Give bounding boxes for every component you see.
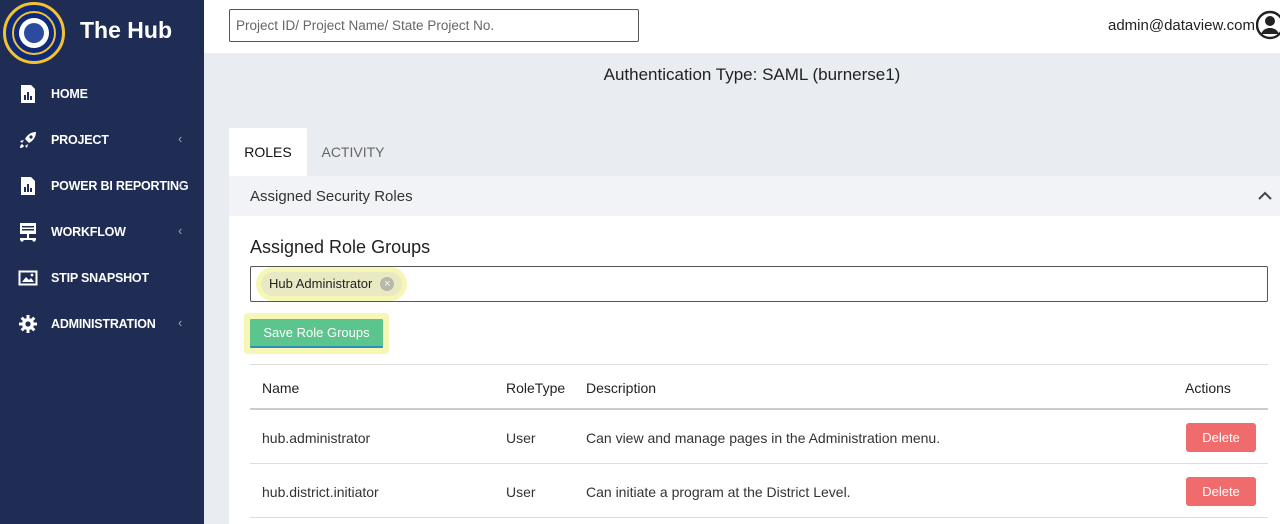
delete-button[interactable]: Delete xyxy=(1186,477,1256,506)
delete-button[interactable]: Delete xyxy=(1186,423,1256,452)
chevron-left-icon: ‹ xyxy=(178,315,183,330)
sidebar-item-power-bi-reporting[interactable]: POWER BI REPORTING ‹ xyxy=(0,163,204,209)
brand: The Hub xyxy=(0,0,204,64)
cell-name: hub.administrator xyxy=(262,430,371,446)
chevron-left-icon: ‹ xyxy=(178,131,183,146)
sidebar-item-project[interactable]: PROJECT ‹ xyxy=(0,117,204,163)
table-row: hub.district.initiator User Can initiate… xyxy=(250,464,1268,518)
top-header: admin@dataview.com xyxy=(204,0,1280,53)
report-chart-icon xyxy=(18,176,38,196)
sidebar-item-label: WORKFLOW xyxy=(51,225,126,239)
cell-name: hub.district.initiator xyxy=(262,484,379,500)
cell-roletype: User xyxy=(506,430,536,446)
section-title: Assigned Role Groups xyxy=(250,237,431,257)
gear-icon xyxy=(18,314,38,334)
close-icon[interactable]: × xyxy=(380,277,395,291)
sidebar: The Hub HOME PROJECT ‹ POWER BI REPORTIN… xyxy=(0,0,204,524)
chevron-left-icon: ‹ xyxy=(178,177,183,192)
workflow-icon xyxy=(18,222,38,242)
sidebar-item-workflow[interactable]: WORKFLOW ‹ xyxy=(0,209,204,255)
sidebar-item-label: ADMINISTRATION xyxy=(51,317,156,331)
rocket-icon xyxy=(18,130,38,150)
tab-activity[interactable]: ACTIVITY xyxy=(307,128,399,176)
sidebar-item-label: STIP SNAPSHOT xyxy=(51,271,149,285)
sidebar-item-stip-snapshot[interactable]: STIP SNAPSHOT xyxy=(0,255,204,301)
panel-title: Assigned Security Roles xyxy=(250,188,413,205)
image-icon xyxy=(18,268,38,288)
sidebar-item-label: POWER BI REPORTING xyxy=(51,179,189,193)
table-row: hub.administrator User Can view and mana… xyxy=(250,410,1268,464)
save-role-groups-button[interactable]: Save Role Groups xyxy=(250,319,383,348)
sidebar-item-label: HOME xyxy=(51,87,88,101)
roles-panel: Assigned Security Roles Assigned Role Gr… xyxy=(229,176,1280,524)
user-email[interactable]: admin@dataview.com xyxy=(1108,17,1255,34)
panel-header[interactable]: Assigned Security Roles xyxy=(229,176,1280,216)
column-header-actions: Actions xyxy=(1185,380,1231,396)
chip-label: Hub Administrator xyxy=(269,276,373,291)
column-header-description: Description xyxy=(586,380,657,396)
cell-description: Can view and manage pages in the Adminis… xyxy=(586,430,941,446)
sidebar-nav: HOME PROJECT ‹ POWER BI REPORTING ‹ WORK… xyxy=(0,71,204,347)
home-chart-icon xyxy=(18,84,38,104)
cell-roletype: User xyxy=(506,484,536,500)
tab-roles[interactable]: ROLES xyxy=(229,128,307,176)
agency-seal-logo xyxy=(3,2,65,64)
authentication-type: Authentication Type: SAML (burnerse1) xyxy=(603,65,901,84)
column-header-roletype: RoleType xyxy=(506,380,566,396)
chevron-up-icon[interactable] xyxy=(1257,188,1273,204)
brand-title: The Hub xyxy=(80,17,172,43)
sidebar-item-home[interactable]: HOME xyxy=(0,71,204,117)
cell-description: Can initiate a program at the District L… xyxy=(586,484,851,500)
chevron-left-icon: ‹ xyxy=(178,223,183,238)
table-header: Name RoleType Description Actions xyxy=(250,364,1268,410)
project-search-input[interactable] xyxy=(229,9,639,42)
column-header-name: Name xyxy=(262,380,300,396)
role-group-chip: Hub Administrator × xyxy=(261,272,403,296)
role-groups-input[interactable]: Hub Administrator × xyxy=(250,266,1268,302)
sidebar-item-administration[interactable]: ADMINISTRATION ‹ xyxy=(0,301,204,347)
user-avatar-icon[interactable] xyxy=(1255,10,1280,40)
sidebar-item-label: PROJECT xyxy=(51,133,109,147)
